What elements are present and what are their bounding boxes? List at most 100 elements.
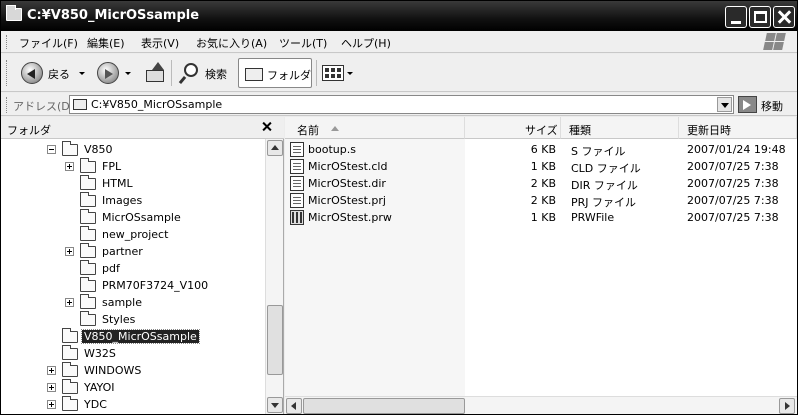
file-name[interactable]: MicrOStest.prw <box>308 211 392 224</box>
scroll-down-button[interactable] <box>267 397 283 413</box>
up-folder-icon[interactable] <box>146 62 164 84</box>
tree-item[interactable]: V850 <box>1 141 265 158</box>
forward-history-dropdown[interactable] <box>125 72 131 75</box>
tree-item[interactable]: V850_MicrOSsample <box>1 328 265 345</box>
menu-file[interactable]: ファイル(F) <box>19 35 78 51</box>
tree-item-label[interactable]: MicrOSsample <box>100 211 183 224</box>
menu-edit[interactable]: 編集(E) <box>87 35 125 51</box>
tree-item-label[interactable]: pdf <box>100 262 122 275</box>
menu-grip[interactable] <box>6 35 9 49</box>
scroll-up-button[interactable] <box>267 140 283 156</box>
menu-bar: ファイル(F) 編集(E) 表示(V) お気に入り(A) ツール(T) ヘルプ(… <box>1 31 797 53</box>
file-row[interactable]: MicrOStest.prj 2 KB PRJ ファイル 2007/07/25 7:3… <box>285 192 797 209</box>
file-list-hscrollbar[interactable] <box>285 396 797 414</box>
tree-item-label[interactable]: V850 <box>82 143 115 156</box>
menu-view[interactable]: 表示(V) <box>141 35 179 51</box>
tree-item[interactable]: W32S <box>1 345 265 362</box>
file-name[interactable]: MicrOStest.prj <box>308 194 386 207</box>
windows-logo-icon <box>763 32 787 52</box>
tree-item[interactable]: PRM70F3724_V100 <box>1 277 265 294</box>
go-label[interactable]: 移動 <box>761 98 783 114</box>
maximize-icon <box>754 11 767 23</box>
tree-item-label[interactable]: YDC <box>82 398 109 411</box>
column-header-type[interactable]: 種類 <box>561 117 679 139</box>
folders-icon <box>245 68 263 81</box>
menu-favorites[interactable]: お気に入り(A) <box>196 35 267 51</box>
search-button[interactable]: 検索 <box>205 66 227 82</box>
back-button[interactable] <box>21 62 43 84</box>
toolbar-grip[interactable] <box>6 60 9 86</box>
tree-item[interactable]: FPL <box>1 158 265 175</box>
tree-item[interactable]: YDC <box>1 396 265 413</box>
tree-item-label[interactable]: HTML <box>100 177 135 190</box>
tree-item[interactable]: new_project <box>1 226 265 243</box>
file-row[interactable]: bootup.s 6 KB S ファイル 2007/01/24 19:48 <box>285 141 797 158</box>
file-row[interactable]: MicrOStest.dir 2 KB DIR ファイル 2007/07/25 7:3… <box>285 175 797 192</box>
file-name[interactable]: bootup.s <box>308 143 356 156</box>
tree-item-label[interactable]: PRM70F3724_V100 <box>100 279 210 292</box>
forward-button[interactable] <box>97 62 119 84</box>
file-modified: 2007/07/25 7:38 <box>687 160 779 173</box>
folder-icon <box>80 158 96 173</box>
scroll-left-button[interactable] <box>286 398 302 414</box>
collapse-icon[interactable] <box>47 145 56 154</box>
maximize-button[interactable] <box>749 6 771 28</box>
tree-item-label[interactable]: Images <box>100 194 144 207</box>
file-modified: 2007/07/25 7:38 <box>687 194 779 207</box>
hscroll-thumb[interactable] <box>303 398 465 414</box>
tree-item[interactable]: partner <box>1 243 265 260</box>
folder-tree[interactable]: V850 FPL HTML Images MicrOSsample new_project… <box>1 139 265 414</box>
tree-item[interactable]: MicrOSsample <box>1 209 265 226</box>
folders-button[interactable]: フォルダ <box>238 58 312 88</box>
column-header-modified[interactable]: 更新日時 <box>679 117 797 139</box>
tree-item-label[interactable]: YAYOI <box>82 381 117 394</box>
tree-item[interactable]: HTML <box>1 175 265 192</box>
tree-item[interactable]: pdf <box>1 260 265 277</box>
address-value[interactable]: C:¥V850_MicrOSsample <box>91 98 222 111</box>
menu-help[interactable]: ヘルプ(H) <box>341 35 391 51</box>
tree-item-label[interactable]: W32S <box>82 347 118 360</box>
tree-item-label[interactable]: WINDOWS <box>82 364 143 377</box>
expand-icon[interactable] <box>47 400 56 409</box>
tree-item-label[interactable]: new_project <box>100 228 170 241</box>
views-dropdown[interactable] <box>347 72 353 75</box>
tree-item-label[interactable]: V850_MicrOSsample <box>81 329 200 344</box>
address-input[interactable]: C:¥V850_MicrOSsample <box>69 95 734 114</box>
tree-item[interactable]: WINDOWS <box>1 362 265 379</box>
minimize-button[interactable] <box>725 6 747 28</box>
close-pane-icon[interactable] <box>259 119 275 135</box>
menu-tools[interactable]: ツール(T) <box>279 35 327 51</box>
file-row[interactable]: MicrOStest.prw 1 KB PRWFile 2007/07/25 7:38 <box>285 209 797 226</box>
back-history-dropdown[interactable] <box>79 72 85 75</box>
title-bar[interactable]: C:¥V850_MicrOSsample <box>1 1 797 31</box>
tree-item-label[interactable]: FPL <box>100 160 123 173</box>
expand-icon[interactable] <box>47 366 56 375</box>
address-grip[interactable] <box>6 97 9 113</box>
go-arrow-icon <box>743 100 751 110</box>
folder-pane-scrollbar[interactable] <box>265 139 283 414</box>
scroll-thumb[interactable] <box>267 305 283 375</box>
expand-icon[interactable] <box>47 383 56 392</box>
tree-item[interactable]: sample <box>1 294 265 311</box>
go-button[interactable] <box>738 96 757 113</box>
back-label[interactable]: 戻る <box>48 66 70 82</box>
views-icon[interactable] <box>322 65 344 81</box>
column-header-size[interactable]: サイズ <box>465 117 561 139</box>
address-dropdown-button[interactable] <box>717 97 732 112</box>
expand-icon[interactable] <box>65 247 74 256</box>
tree-item[interactable]: Styles <box>1 311 265 328</box>
close-button[interactable] <box>773 6 795 28</box>
file-row[interactable]: MicrOStest.cld 1 KB CLD ファイル 2007/07/25 7:3… <box>285 158 797 175</box>
file-name[interactable]: MicrOStest.cld <box>308 160 387 173</box>
column-header-name[interactable]: 名前 <box>285 117 465 139</box>
search-icon[interactable] <box>178 62 201 85</box>
tree-item-label[interactable]: partner <box>100 245 145 258</box>
tree-item[interactable]: Images <box>1 192 265 209</box>
scroll-right-button[interactable] <box>779 398 795 414</box>
tree-item[interactable]: YAYOI <box>1 379 265 396</box>
tree-item-label[interactable]: sample <box>100 296 144 309</box>
tree-item-label[interactable]: Styles <box>100 313 137 326</box>
expand-icon[interactable] <box>65 298 74 307</box>
file-name[interactable]: MicrOStest.dir <box>308 177 386 190</box>
expand-icon[interactable] <box>65 162 74 171</box>
